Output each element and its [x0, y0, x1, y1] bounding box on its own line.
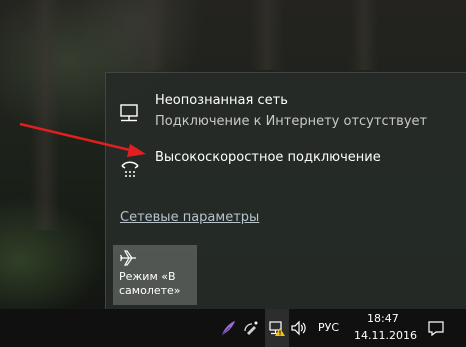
network-name: Неопознанная сеть: [155, 93, 288, 108]
airplane-mode-toggle[interactable]: Режим «В самолете»: [113, 245, 197, 305]
network-icon: [269, 321, 285, 336]
network-flyout: Неопознанная сеть Подключение к Интернет…: [105, 72, 466, 310]
network-item-unidentified[interactable]: Неопознанная сеть Подключение к Интернет…: [106, 93, 466, 133]
network-settings-link[interactable]: Сетевые параметры: [120, 210, 259, 225]
wired-network-icon: [120, 104, 138, 122]
action-center-icon: [428, 321, 444, 337]
language-indicator[interactable]: РУС: [318, 321, 339, 334]
action-center-button[interactable]: [424, 309, 448, 347]
tray-network-button[interactable]: [265, 309, 289, 347]
satellite-icon[interactable]: [242, 319, 260, 337]
network-item-highspeed[interactable]: Высокоскоростное подключение: [106, 147, 466, 179]
taskbar: РУС 18:47 14.11.2016: [0, 309, 466, 347]
network-status: Подключение к Интернету отсутствует: [155, 114, 428, 129]
dialup-connection-icon: [121, 161, 139, 177]
volume-icon[interactable]: [290, 319, 308, 337]
wallpaper-tree: [250, 0, 284, 70]
clock-date[interactable]: 14.11.2016: [354, 329, 417, 342]
airplane-icon: [119, 250, 136, 266]
network-name: Высокоскоростное подключение: [155, 150, 381, 165]
clock-time[interactable]: 18:47: [367, 312, 399, 325]
wallpaper-tree: [30, 0, 60, 230]
airplane-mode-label: Режим «В самолете»: [119, 270, 181, 297]
wallpaper-tree: [140, 0, 166, 70]
wallpaper-tree: [350, 0, 378, 70]
feather-app-icon[interactable]: [219, 319, 237, 337]
